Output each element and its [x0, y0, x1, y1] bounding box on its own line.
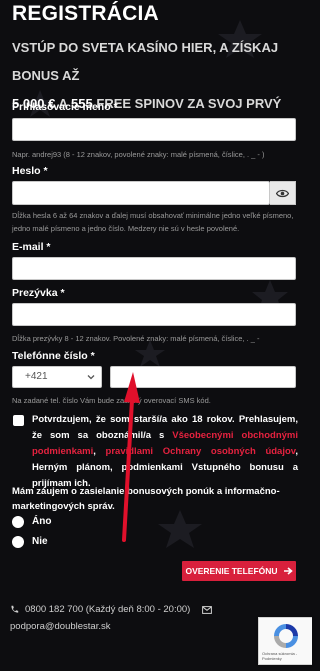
contact-phone-row: 0800 182 700 (Každý deň 8:00 - 20:00)	[10, 604, 213, 615]
password-hint: Dĺžka hesla 6 až 64 znakov a ďalej musí …	[12, 211, 294, 233]
recaptcha-icon	[274, 624, 298, 648]
marketing-yes-radio[interactable]	[12, 516, 24, 528]
consent-checkbox[interactable]	[13, 415, 24, 426]
phone-prefix-value: +421	[25, 371, 48, 382]
nickname-hint: Dĺžka prezývky 8 - 12 znakov. Povolené z…	[12, 334, 260, 343]
chevron-down-icon	[87, 375, 95, 380]
password-label: Heslo *	[12, 165, 48, 177]
recaptcha-note: Ochrana súkromia - Podmienky	[262, 651, 298, 661]
email-input[interactable]	[12, 257, 296, 280]
verify-phone-button[interactable]: OVERENIE TELEFÓNU	[182, 561, 296, 581]
username-label: Prihlasovacie meno *	[12, 101, 118, 113]
eye-icon	[276, 189, 289, 197]
verify-phone-label: OVERENIE TELEFÓNU	[185, 566, 278, 576]
phone-prefix-select[interactable]: +421	[12, 366, 102, 388]
show-password-button[interactable]	[270, 181, 296, 205]
nickname-input[interactable]	[12, 303, 296, 326]
nickname-label: Prezývka *	[12, 287, 65, 299]
marketing-question: Mám záujem o zasielanie bonusových ponúk…	[12, 486, 280, 512]
mail-icon	[202, 605, 213, 614]
password-input[interactable]	[12, 181, 270, 205]
phone-label: Telefónne číslo *	[12, 350, 95, 362]
phone-number-input[interactable]	[110, 366, 296, 388]
marketing-yes-label: Áno	[32, 516, 52, 527]
marketing-no-radio[interactable]	[12, 536, 24, 548]
username-input[interactable]	[12, 118, 296, 141]
contact-phone[interactable]: 0800 182 700 (Každý deň 8:00 - 20:00)	[25, 604, 190, 615]
contact-email[interactable]: podpora@doublestar.sk	[10, 621, 111, 632]
privacy-link[interactable]: pravidlami Ochrany osobných údajov	[106, 446, 296, 457]
username-hint: Napr. andrej93 (8 - 12 znakov, povolené …	[12, 150, 265, 159]
marketing-no-label: Nie	[32, 536, 48, 547]
phone-hint: Na zadané tel. číslo Vám bude zaslaný ov…	[12, 396, 211, 405]
registration-page: REGISTRÁCIA VSTÚP DO SVETA KASÍNO HIER, …	[0, 0, 312, 671]
recaptcha-badge[interactable]: Ochrana súkromia - Podmienky	[258, 617, 312, 665]
consent-text: Potvrdzujem, že som starší/a ako 18 roko…	[32, 412, 298, 492]
subtitle-line1: VSTÚP DO SVETA KASÍNO HIER, A ZÍSKAJ BON…	[12, 40, 279, 83]
page-title: REGISTRÁCIA	[12, 2, 159, 25]
email-label: E-mail *	[12, 241, 51, 253]
consent-separator: ,	[93, 446, 106, 457]
phone-icon	[11, 605, 19, 613]
arrow-right-icon	[283, 567, 293, 575]
